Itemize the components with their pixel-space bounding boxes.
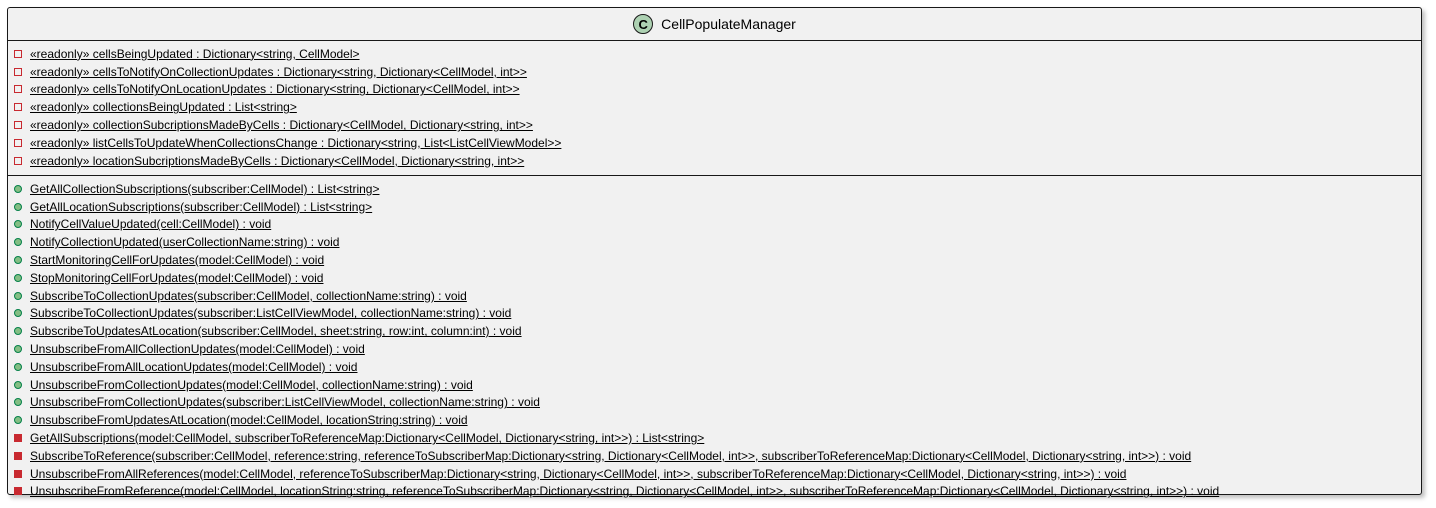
field-row: «readonly» listCellsToUpdateWhenCollecti… — [8, 134, 1421, 152]
field-text: «readonly» cellsToNotifyOnCollectionUpda… — [30, 64, 527, 79]
public-visibility-icon — [14, 202, 22, 211]
method-text: UnsubscribeFromCollectionUpdates(subscri… — [30, 395, 540, 410]
method-row: NotifyCellValueUpdated(cell:CellModel) :… — [8, 216, 1421, 234]
field-row: «readonly» locationSubcriptionsMadeByCel… — [8, 152, 1421, 170]
method-row: SubscribeToCollectionUpdates(subscriber:… — [8, 305, 1421, 323]
public-visibility-icon — [14, 256, 22, 265]
method-row: UnsubscribeFromAllCollectionUpdates(mode… — [8, 340, 1421, 358]
field-text: «readonly» listCellsToUpdateWhenCollecti… — [30, 135, 562, 150]
field-row: «readonly» collectionSubcriptionsMadeByC… — [8, 116, 1421, 134]
public-visibility-icon — [14, 398, 22, 407]
method-text: UnsubscribeFromReference(model:CellModel… — [30, 484, 1220, 499]
field-row: «readonly» collectionsBeingUpdated : Lis… — [8, 98, 1421, 116]
field-row: «readonly» cellsBeingUpdated : Dictionar… — [8, 45, 1421, 63]
method-row: StopMonitoringCellForUpdates(model:CellM… — [8, 269, 1421, 287]
method-row: UnsubscribeFromAllLocationUpdates(model:… — [8, 358, 1421, 376]
fields-section: «readonly» cellsBeingUpdated : Dictionar… — [8, 41, 1421, 175]
public-visibility-icon — [14, 309, 22, 318]
method-text: SubscribeToUpdatesAtLocation(subscriber:… — [30, 324, 522, 339]
method-text: GetAllCollectionSubscriptions(subscriber… — [30, 181, 380, 196]
method-text: NotifyCollectionUpdated(userCollectionNa… — [30, 235, 340, 250]
field-text: «readonly» cellsBeingUpdated : Dictionar… — [30, 46, 360, 61]
public-visibility-icon — [14, 238, 22, 247]
public-visibility-icon — [14, 184, 22, 193]
public-visibility-icon — [14, 291, 22, 300]
class-box: C CellPopulateManager «readonly» cellsBe… — [7, 7, 1422, 498]
method-row: GetAllSubscriptions(model:CellModel, sub… — [8, 429, 1421, 447]
method-text: UnsubscribeFromAllReferences(model:CellM… — [30, 466, 1127, 481]
method-row: GetAllLocationSubscriptions(subscriber:C… — [8, 198, 1421, 216]
public-visibility-icon — [14, 327, 22, 336]
class-name: CellPopulateManager — [661, 16, 796, 32]
public-visibility-icon — [14, 416, 22, 425]
private-visibility-icon — [14, 85, 22, 94]
field-text: «readonly» collectionSubcriptionsMadeByC… — [30, 118, 533, 133]
method-row: SubscribeToUpdatesAtLocation(subscriber:… — [8, 322, 1421, 340]
private-visibility-icon — [14, 487, 22, 496]
class-header: C CellPopulateManager — [8, 8, 1421, 40]
private-visibility-icon — [14, 469, 22, 478]
class-stereotype-icon: C — [633, 14, 654, 34]
private-visibility-icon — [14, 434, 22, 443]
public-visibility-icon — [14, 273, 22, 282]
method-text: UnsubscribeFromCollectionUpdates(model:C… — [30, 377, 473, 392]
public-visibility-icon — [14, 345, 22, 354]
method-row: NotifyCollectionUpdated(userCollectionNa… — [8, 233, 1421, 251]
private-visibility-icon — [14, 103, 22, 112]
private-visibility-icon — [14, 451, 22, 460]
method-row: UnsubscribeFromUpdatesAtLocation(model:C… — [8, 411, 1421, 429]
method-text: GetAllLocationSubscriptions(subscriber:C… — [30, 199, 373, 214]
public-visibility-icon — [14, 380, 22, 389]
public-visibility-icon — [14, 220, 22, 229]
method-text: SubscribeToCollectionUpdates(subscriber:… — [30, 306, 512, 321]
method-text: SubscribeToCollectionUpdates(subscriber:… — [30, 288, 467, 303]
field-text: «readonly» collectionsBeingUpdated : Lis… — [30, 100, 297, 115]
field-text: «readonly» locationSubcriptionsMadeByCel… — [30, 153, 525, 168]
method-text: UnsubscribeFromUpdatesAtLocation(model:C… — [30, 413, 468, 428]
method-row: SubscribeToCollectionUpdates(subscriber:… — [8, 287, 1421, 305]
method-text: NotifyCellValueUpdated(cell:CellModel) :… — [30, 217, 272, 232]
method-text: GetAllSubscriptions(model:CellModel, sub… — [30, 431, 705, 446]
method-row: SubscribeToReference(subscriber:CellMode… — [8, 447, 1421, 465]
method-text: SubscribeToReference(subscriber:CellMode… — [30, 448, 1192, 463]
field-row: «readonly» cellsToNotifyOnCollectionUpda… — [8, 63, 1421, 81]
method-text: StopMonitoringCellForUpdates(model:CellM… — [30, 270, 324, 285]
method-row: StartMonitoringCellForUpdates(model:Cell… — [8, 251, 1421, 269]
method-text: UnsubscribeFromAllLocationUpdates(model:… — [30, 359, 358, 374]
private-visibility-icon — [14, 138, 22, 147]
field-text: «readonly» cellsToNotifyOnLocationUpdate… — [30, 82, 520, 97]
private-visibility-icon — [14, 67, 22, 76]
field-row: «readonly» cellsToNotifyOnLocationUpdate… — [8, 81, 1421, 99]
private-visibility-icon — [14, 156, 22, 165]
private-visibility-icon — [14, 49, 22, 58]
methods-section: GetAllCollectionSubscriptions(subscriber… — [8, 176, 1421, 504]
public-visibility-icon — [14, 362, 22, 371]
method-text: UnsubscribeFromAllCollectionUpdates(mode… — [30, 342, 365, 357]
method-row: UnsubscribeFromAllReferences(model:CellM… — [8, 465, 1421, 483]
method-row: UnsubscribeFromCollectionUpdates(subscri… — [8, 394, 1421, 412]
method-row: UnsubscribeFromReference(model:CellModel… — [8, 483, 1421, 501]
method-text: StartMonitoringCellForUpdates(model:Cell… — [30, 253, 325, 268]
method-row: GetAllCollectionSubscriptions(subscriber… — [8, 180, 1421, 198]
method-row: UnsubscribeFromCollectionUpdates(model:C… — [8, 376, 1421, 394]
private-visibility-icon — [14, 121, 22, 130]
